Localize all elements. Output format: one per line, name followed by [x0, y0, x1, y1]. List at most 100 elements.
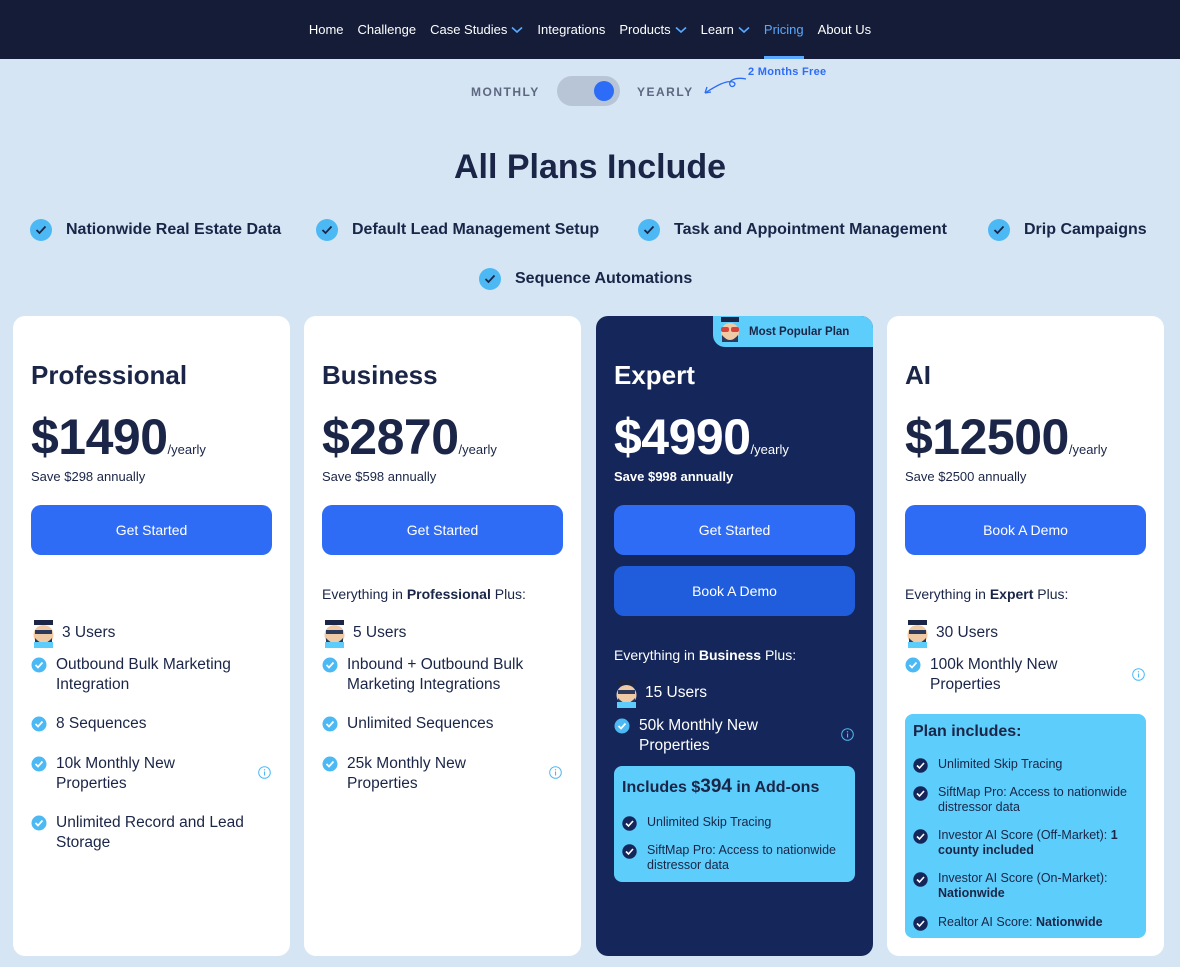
nav-item-learn[interactable]: Learn: [694, 0, 757, 59]
check-circle-icon: [988, 219, 1010, 241]
billing-toggle[interactable]: [557, 76, 620, 106]
feature-item: Unlimited Record and Lead Storage: [31, 813, 272, 853]
plan-name: Professional: [31, 360, 188, 390]
everything-prefix: Everything in: [905, 586, 990, 602]
feature-label: Unlimited Sequences: [347, 715, 494, 732]
include-item: Default Lead Management Setup: [316, 219, 599, 241]
curved-arrow-icon: [704, 77, 747, 94]
everything-in-line: Everything in Professional Plus:: [322, 586, 526, 602]
feature-label: 8 Sequences: [56, 715, 147, 732]
verified-badge-icon: [322, 657, 338, 673]
include-label: Default Lead Management Setup: [352, 221, 600, 238]
addon-label: Unlimited Skip Tracing: [647, 815, 772, 829]
nav-item-integrations[interactable]: Integrations: [530, 0, 612, 59]
addons-prefix: Includes $: [622, 779, 701, 796]
monthly-label[interactable]: MONTHLY: [471, 85, 540, 99]
verified-badge-icon: [905, 657, 921, 673]
include-text: SiftMap Pro: Access to nationwide distre…: [938, 785, 1127, 814]
book-demo-button[interactable]: Book A Demo: [905, 505, 1146, 555]
two-months-free-note: 2 Months Free: [748, 66, 827, 78]
feature-item: 100k Monthly New Properties: [905, 655, 1126, 695]
nav-item-about-us[interactable]: About Us: [811, 0, 878, 59]
feature-label: 25k Monthly New Properties: [347, 755, 466, 792]
plan-card-professional: Professional $1490/yearly Save $298 annu…: [13, 316, 290, 956]
nav-item-label: Pricing: [763, 22, 804, 37]
include-text: Investor AI Score (On-Market):: [938, 871, 1108, 885]
plan-card-business: Business $2870/yearly Save $598 annually…: [304, 316, 581, 956]
nav-item-products[interactable]: Products: [612, 0, 693, 59]
top-nav: Home Challenge Case Studies Integrations…: [0, 0, 1180, 59]
info-icon[interactable]: [1132, 668, 1145, 681]
include-text: Investor AI Score (Off-Market):: [938, 828, 1111, 842]
price-amount: $12500: [905, 409, 1069, 465]
check-circle-icon: [913, 829, 928, 844]
everything-prefix: Everything in: [322, 586, 407, 602]
check-circle-icon: [316, 219, 338, 241]
include-text: Unlimited Skip Tracing: [938, 757, 1063, 771]
nav-item-challenge[interactable]: Challenge: [351, 0, 424, 59]
price-amount: $2870: [322, 409, 459, 465]
feature-item: Unlimited Sequences: [322, 714, 563, 734]
price-period: /yearly: [750, 442, 789, 457]
price-amount: $1490: [31, 409, 168, 465]
plan-price: $1490/yearly: [31, 408, 206, 466]
feature-item: Outbound Bulk Marketing Integration: [31, 655, 272, 695]
nav-item-label: Challenge: [357, 22, 417, 37]
plan-include-item: Realtor AI Score: Nationwide: [913, 915, 1141, 931]
include-item: Task and Appointment Management: [638, 219, 947, 241]
users-row: 15 Users: [614, 678, 707, 708]
plan-includes-box: Plan includes: Unlimited Skip Tracing Si…: [905, 714, 1146, 938]
price-period: /yearly: [1068, 442, 1108, 457]
users-label: 30 Users: [936, 624, 999, 641]
mascot-avatar-icon: [907, 620, 928, 648]
get-started-button[interactable]: Get Started: [322, 505, 563, 555]
mascot-avatar-icon: [616, 680, 637, 708]
verified-badge-icon: [322, 716, 338, 732]
nav-item-case-studies[interactable]: Case Studies: [423, 0, 530, 59]
yearly-label[interactable]: YEARLY: [637, 85, 694, 99]
nav-item-label: Products: [619, 22, 671, 37]
check-circle-icon: [913, 916, 928, 931]
nav-item-pricing[interactable]: Pricing: [757, 0, 811, 59]
chevron-down-icon: [675, 26, 687, 33]
verified-badge-icon: [322, 756, 338, 772]
chevron-down-icon: [511, 26, 523, 33]
verified-badge-icon: [614, 718, 630, 734]
info-icon[interactable]: [549, 766, 562, 779]
addons-suffix: in Add-ons: [731, 779, 820, 796]
verified-badge-icon: [31, 815, 47, 831]
everything-in-line: Everything in Business Plus:: [614, 647, 796, 663]
info-icon[interactable]: [258, 766, 271, 779]
plan-name: Expert: [614, 360, 695, 390]
include-item: Nationwide Real Estate Data: [30, 219, 281, 241]
nav-item-label: About Us: [817, 22, 872, 37]
book-demo-button[interactable]: Book A Demo: [614, 566, 855, 616]
nav-menu: Home Challenge Case Studies Integrations…: [0, 0, 1180, 59]
mascot-avatar-icon: [33, 620, 54, 648]
check-circle-icon: [913, 786, 928, 801]
get-started-button[interactable]: Get Started: [614, 505, 855, 555]
plan-includes-title: Plan includes:: [913, 723, 1022, 740]
addon-label: SiftMap Pro: Access to nationwide distre…: [647, 843, 836, 872]
all-plans-title: All Plans Include: [453, 148, 727, 186]
nav-item-label: Learn: [700, 22, 734, 37]
plan-price: $4990/yearly: [614, 408, 789, 466]
verified-badge-icon: [31, 716, 47, 732]
addons-box: Includes $394 in Add-ons Unlimited Skip …: [614, 766, 855, 882]
everything-in-line: Everything in Expert Plus:: [905, 586, 1068, 602]
feature-item: 25k Monthly New Properties: [322, 754, 543, 794]
nav-item-home[interactable]: Home: [302, 0, 351, 59]
feature-label: 100k Monthly New Properties: [930, 656, 1058, 693]
plan-card-ai: AI $12500/yearly Save $2500 annually Boo…: [887, 316, 1164, 956]
addons-title: Includes $394 in Add-ons: [622, 776, 819, 798]
get-started-button[interactable]: Get Started: [31, 505, 272, 555]
info-icon[interactable]: [841, 728, 854, 741]
price-period: /yearly: [458, 442, 497, 457]
plan-include-label: Investor AI Score (On-Market): Nationwid…: [938, 871, 1141, 901]
feature-label: 10k Monthly New Properties: [56, 755, 175, 792]
feature-label: Outbound Bulk Marketing Integration: [56, 656, 231, 693]
plan-include-item: Investor AI Score (On-Market): Nationwid…: [913, 871, 1141, 901]
feature-item: Inbound + Outbound Bulk Marketing Integr…: [322, 655, 563, 695]
toggle-knob: [594, 81, 614, 101]
check-circle-icon: [913, 758, 928, 773]
